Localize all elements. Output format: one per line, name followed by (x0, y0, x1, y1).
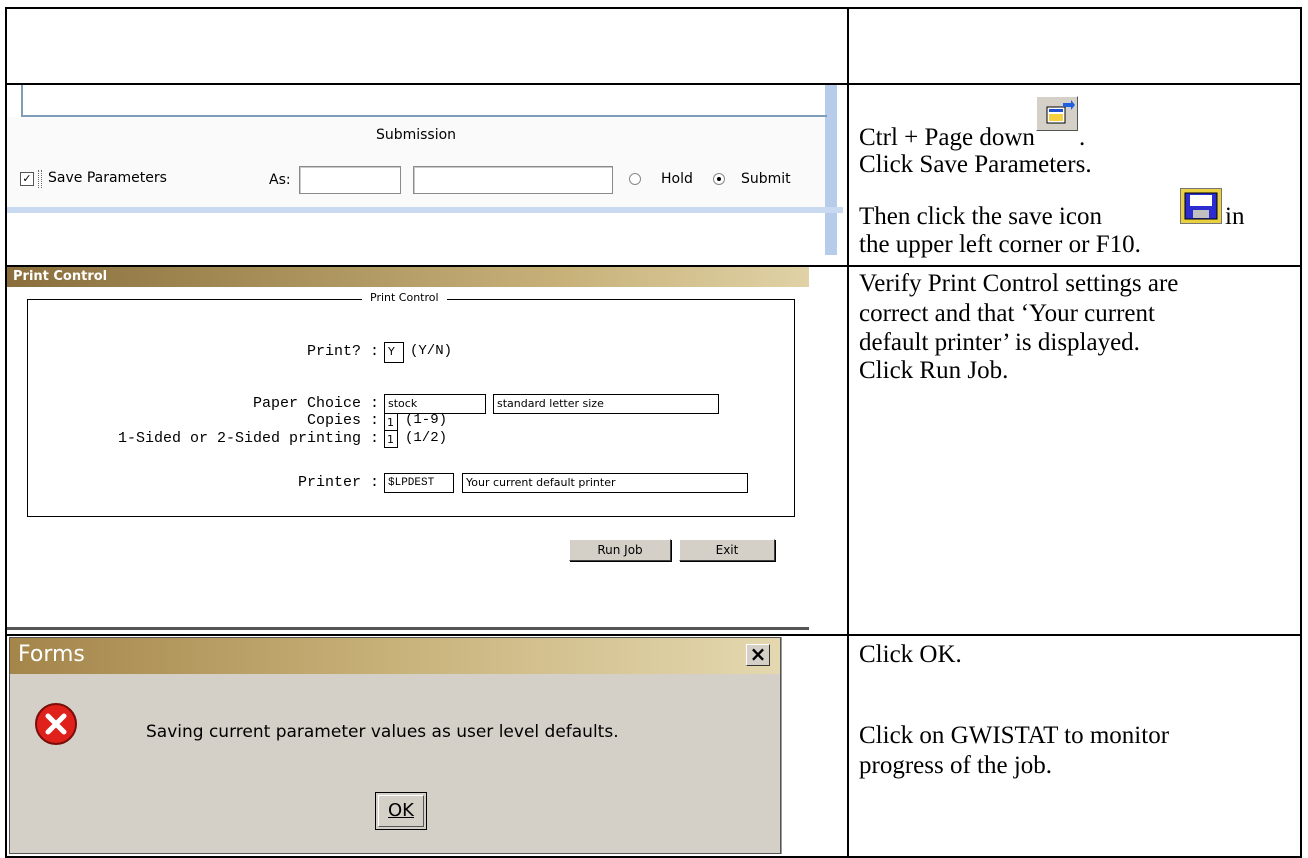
sided-field[interactable]: 1 (384, 430, 398, 448)
underlying-window-edge (781, 637, 790, 854)
as-name-input[interactable] (299, 166, 401, 194)
exit-button[interactable]: Exit (679, 539, 775, 561)
printer-field[interactable]: $LPDEST (384, 473, 454, 493)
run-job-button[interactable]: Run Job (569, 539, 671, 561)
instr-click-save-params: Click Save Parameters. (859, 151, 1092, 178)
instr-in: in (1225, 203, 1245, 230)
instr-upper-left: the upper left corner or F10. (859, 231, 1141, 258)
error-icon (34, 702, 78, 746)
horizontal-scrollbar[interactable] (7, 207, 843, 213)
instr-ctrl-page-down: Ctrl + Page down (859, 124, 1035, 151)
ok-label: OK (378, 795, 424, 827)
hold-label: Hold (661, 171, 693, 187)
instr-click-ok: Click OK. (859, 641, 962, 668)
print-control-titlebar: Print Control (7, 267, 809, 287)
as-description-input[interactable] (413, 166, 613, 194)
instr-verify-1: Verify Print Control settings are (859, 270, 1179, 297)
close-icon: × (749, 642, 767, 666)
print-control-title: Print Control (13, 269, 108, 284)
close-button[interactable]: × (746, 644, 770, 666)
print-control-window: Print Control Print Control Print? : Y (… (7, 267, 809, 631)
separator-dots (38, 170, 42, 188)
copies-hint: (1-9) (405, 412, 448, 428)
instr-gwistat-2: progress of the job. (859, 752, 1053, 779)
paper-description-field[interactable]: standard letter size (493, 394, 719, 414)
instr-verify-2: correct and that ‘Your current (859, 300, 1155, 327)
instr-gwistat-1: Click on GWISTAT to monitor (859, 722, 1170, 749)
submit-radio[interactable] (713, 173, 725, 185)
print-field[interactable]: Y (384, 342, 404, 363)
print-label: Print? : (306, 343, 379, 360)
sided-label: 1-Sided or 2-Sided printing : (117, 430, 379, 447)
instr-verify-3: default printer’ is displayed. (859, 329, 1140, 356)
instr-save-icon-line: Then click the save icon (859, 203, 1102, 230)
forms-title: Forms (18, 642, 85, 667)
page-down-icon (1036, 96, 1078, 131)
copies-field[interactable]: 1 (384, 413, 398, 431)
forms-dialog: Forms × Saving current parameter values … (9, 637, 781, 854)
submission-title: Submission (375, 127, 457, 143)
submit-label: Submit (741, 171, 791, 187)
print-hint: (Y/N) (410, 343, 453, 359)
paper-choice-label: Paper Choice : (252, 395, 379, 412)
save-icon (1180, 188, 1222, 224)
ok-button[interactable]: OK (375, 792, 427, 830)
instr-run-job: Click Run Job. (859, 357, 1009, 384)
submission-group: Submission ✓ Save Parameters As: Hold Su… (7, 117, 825, 207)
printer-description-field[interactable]: Your current default printer (462, 473, 748, 493)
instr-period: . (1079, 124, 1086, 151)
sided-hint: (1/2) (405, 430, 448, 446)
dialog-message: Saving current parameter values as user … (146, 722, 619, 742)
group-title: Print Control (362, 291, 447, 304)
save-parameters-label: Save Parameters (48, 170, 167, 186)
forms-titlebar: Forms × (10, 638, 780, 674)
as-label: As: (269, 172, 291, 188)
copies-label: Copies : (306, 412, 379, 429)
printer-label: Printer : (297, 474, 379, 491)
hold-radio[interactable] (629, 173, 641, 185)
submission-screenshot: Submission ✓ Save Parameters As: Hold Su… (7, 85, 843, 265)
save-parameters-checkbox[interactable]: ✓ (20, 172, 34, 186)
paper-choice-field[interactable]: stock (384, 394, 486, 414)
